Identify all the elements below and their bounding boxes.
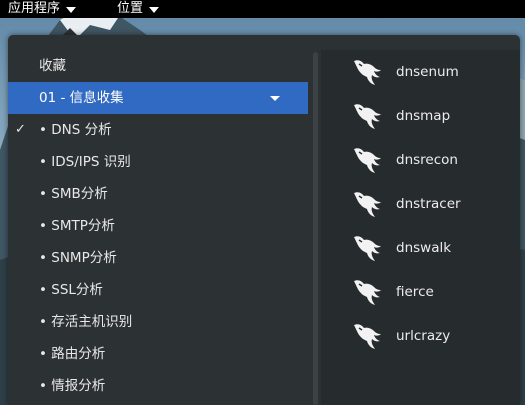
places-menu-label: 位置 <box>117 1 144 16</box>
kali-dragon-icon <box>354 280 381 305</box>
kali-dragon-icon <box>354 236 381 261</box>
kali-dragon-icon <box>354 148 381 173</box>
category-intel[interactable]: • 情报分析 <box>8 370 308 402</box>
category-smtp[interactable]: • SMTP分析 <box>8 210 308 242</box>
kali-dragon-icon <box>354 324 381 349</box>
category-smb[interactable]: • SMB分析 <box>8 178 308 210</box>
category-label: • 情报分析 <box>39 378 106 394</box>
app-dnsmap[interactable]: dnsmap <box>321 94 520 138</box>
places-menu-button[interactable]: 位置 <box>117 0 160 18</box>
app-label: dnsrecon <box>396 152 458 168</box>
category-route[interactable]: • 路由分析 <box>8 338 308 370</box>
app-label: dnswalk <box>396 240 452 256</box>
kali-dragon-icon <box>354 60 381 85</box>
category-scrollbar[interactable] <box>313 52 318 405</box>
category-label: 01 - 信息收集 <box>39 90 124 106</box>
app-label: dnsenum <box>396 64 459 80</box>
app-dnsenum[interactable]: dnsenum <box>321 50 520 94</box>
applications-menu: 收藏 01 - 信息收集 ✓ • DNS 分析 • IDS/IPS 识别 • S… <box>8 35 520 405</box>
app-dnstracer[interactable]: dnstracer <box>321 182 520 226</box>
check-icon: ✓ <box>15 122 26 137</box>
category-label: • SSL分析 <box>39 282 103 298</box>
app-label: urlcrazy <box>396 328 451 344</box>
top-panel: 应用程序 位置 <box>0 0 525 18</box>
category-snmp[interactable]: • SNMP分析 <box>8 242 308 274</box>
kali-dragon-icon <box>354 192 381 217</box>
applications-menu-button[interactable]: 应用程序 <box>8 0 77 18</box>
category-list: 收藏 01 - 信息收集 ✓ • DNS 分析 • IDS/IPS 识别 • S… <box>8 50 308 402</box>
kali-dragon-icon <box>354 104 381 129</box>
dropdown-arrow-icon <box>149 6 160 13</box>
app-dnsrecon[interactable]: dnsrecon <box>321 138 520 182</box>
app-label: fierce <box>396 284 434 300</box>
app-label: dnstracer <box>396 196 461 212</box>
app-urlcrazy[interactable]: urlcrazy <box>321 314 520 358</box>
category-information-gathering[interactable]: 01 - 信息收集 <box>8 82 308 114</box>
category-label: • SMTP分析 <box>39 218 115 234</box>
applications-menu-label: 应用程序 <box>8 1 61 16</box>
category-label: 收藏 <box>39 58 66 74</box>
scrollbar-thumb[interactable] <box>313 52 318 405</box>
category-ids-ips[interactable]: • IDS/IPS 识别 <box>8 146 308 178</box>
category-label: • DNS 分析 <box>39 122 112 138</box>
category-favorites[interactable]: 收藏 <box>8 50 308 82</box>
category-live-host[interactable]: • 存活主机识别 <box>8 306 308 338</box>
category-label: • IDS/IPS 识别 <box>39 154 131 170</box>
category-label: • SNMP分析 <box>39 250 117 266</box>
app-dnswalk[interactable]: dnswalk <box>321 226 520 270</box>
category-label: • SMB分析 <box>39 186 108 202</box>
app-list: dnsenum dnsmap dnsrecon dnstracer dnswal… <box>321 50 520 405</box>
app-fierce[interactable]: fierce <box>321 270 520 314</box>
app-label: dnsmap <box>396 108 451 124</box>
category-label: • 存活主机识别 <box>39 314 133 330</box>
category-dns-analysis[interactable]: ✓ • DNS 分析 <box>8 114 308 146</box>
category-label: • 路由分析 <box>39 346 106 362</box>
menu-pointer <box>63 28 77 35</box>
dropdown-arrow-icon <box>66 6 77 13</box>
category-ssl[interactable]: • SSL分析 <box>8 274 308 306</box>
chevron-down-icon <box>270 96 280 101</box>
